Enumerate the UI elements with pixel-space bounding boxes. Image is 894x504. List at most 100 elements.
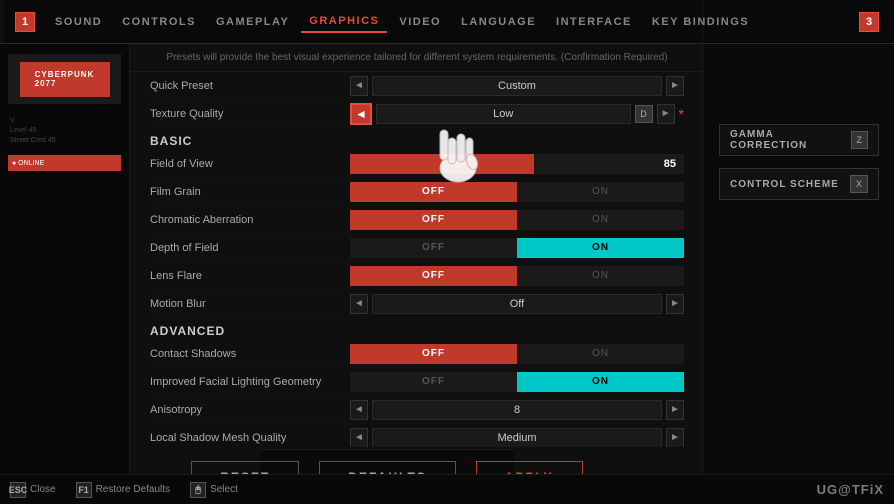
anisotropy-row: Anisotropy ◄ 8 ► [150, 396, 684, 424]
quick-preset-label: Quick Preset [150, 80, 350, 92]
chromatic-off[interactable]: OFF [350, 210, 517, 230]
texture-quality-row: Texture Quality ◄ Low D ► * [150, 100, 684, 128]
control-scheme-key: X [850, 175, 868, 193]
contact-shadows-row: Contact Shadows OFF ON [150, 340, 684, 368]
fov-value: 85 [664, 158, 676, 170]
close-key: ESC [10, 482, 26, 498]
dof-off[interactable]: OFF [350, 238, 517, 258]
control-scheme-label: CONTROL SCHEME [730, 179, 839, 190]
nav-badge-right: 3 [859, 12, 879, 32]
select-label: Select [210, 484, 238, 495]
lens-flare-on[interactable]: ON [517, 266, 684, 286]
chromatic-aberration-label: Chromatic Aberration [150, 214, 350, 226]
lens-flare-row: Lens Flare OFF ON [150, 262, 684, 290]
section-advanced: Advanced [150, 318, 684, 340]
restore-label: Restore Defaults [96, 484, 170, 495]
nav-language[interactable]: LANGUAGE [453, 12, 544, 32]
texture-left-arrow[interactable]: ◄ [350, 103, 372, 125]
anisotropy-left-arrow[interactable]: ◄ [350, 400, 368, 420]
quick-preset-left-arrow[interactable]: ◄ [350, 76, 368, 96]
anisotropy-label: Anisotropy [150, 404, 350, 416]
gamma-correction-key: Z [851, 131, 868, 149]
status-close: ESC Close [10, 482, 56, 498]
field-of-view-label: Field of View [150, 158, 350, 170]
texture-quality-value: Low [376, 104, 631, 124]
motion-blur-row: Motion Blur ◄ Off ► [150, 290, 684, 318]
section-basic: Basic [150, 128, 684, 150]
film-grain-on[interactable]: ON [517, 182, 684, 202]
facial-lighting-row: Improved Facial Lighting Geometry OFF ON [150, 368, 684, 396]
top-navigation: 1 SOUND CONTROLS GAMEPLAY GRAPHICS VIDEO… [0, 0, 894, 44]
restore-key: F1 [76, 482, 92, 498]
nav-interface[interactable]: INTERFACE [548, 12, 640, 32]
select-key: 🖱 [190, 482, 206, 498]
watermark: UG@TFiX [817, 482, 884, 497]
nav-badge-left: 1 [15, 12, 35, 32]
motion-blur-label: Motion Blur [150, 298, 350, 310]
chromatic-on[interactable]: ON [517, 210, 684, 230]
nav-keybindings[interactable]: KEY BINDINGS [644, 12, 757, 32]
contact-shadows-control: OFF ON [350, 344, 684, 364]
facial-lighting-label: Improved Facial Lighting Geometry [150, 376, 350, 388]
texture-right-arrow[interactable]: ► [657, 104, 675, 124]
facial-on[interactable]: ON [517, 372, 684, 392]
right-panel: GAMMA CORRECTION Z CONTROL SCHEME X [704, 44, 894, 504]
motion-blur-right-arrow[interactable]: ► [666, 294, 684, 314]
status-restore: F1 Restore Defaults [76, 482, 170, 498]
left-info-text: VLevel 45Street Cred 45 [8, 112, 121, 149]
dof-on[interactable]: ON [517, 238, 684, 258]
shadow-mesh-left-arrow[interactable]: ◄ [350, 428, 368, 448]
game-logo: CYBERPUNK2077 [20, 62, 110, 97]
quick-preset-row: Quick Preset ◄ Custom ► [150, 72, 684, 100]
nav-video[interactable]: VIDEO [391, 12, 449, 32]
facial-lighting-control: OFF ON [350, 372, 684, 392]
anisotropy-right-arrow[interactable]: ► [666, 400, 684, 420]
shadow-mesh-value: Medium [372, 428, 662, 448]
lens-flare-label: Lens Flare [150, 270, 350, 282]
texture-quality-control: ◄ Low D ► [350, 103, 675, 125]
control-scheme-button[interactable]: CONTROL SCHEME X [719, 168, 879, 200]
settings-area[interactable]: Quick Preset ◄ Custom ► Texture Quality … [130, 72, 704, 447]
left-status-badge: ● ONLINE [8, 155, 121, 171]
close-label: Close [30, 484, 56, 495]
field-of-view-row: Field of View 85 [150, 150, 684, 178]
shadow-mesh-row: Local Shadow Mesh Quality ◄ Medium ► [150, 424, 684, 447]
preset-description: Presets will provide the best visual exp… [130, 44, 704, 72]
motion-blur-left-arrow[interactable]: ◄ [350, 294, 368, 314]
status-select: 🖱 Select [190, 482, 238, 498]
motion-blur-value: Off [372, 294, 662, 314]
depth-of-field-label: Depth of Field [150, 242, 350, 254]
contact-shadows-label: Contact Shadows [150, 348, 350, 360]
logo-area: CYBERPUNK2077 [8, 54, 121, 104]
contact-shadows-off[interactable]: OFF [350, 344, 517, 364]
left-panel: CYBERPUNK2077 VLevel 45Street Cred 45 ● … [0, 44, 130, 504]
nav-sound[interactable]: SOUND [47, 12, 110, 32]
facial-off[interactable]: OFF [350, 372, 517, 392]
lens-flare-off[interactable]: OFF [350, 266, 517, 286]
quick-preset-right-arrow[interactable]: ► [666, 76, 684, 96]
fov-bar[interactable]: 85 [350, 154, 684, 174]
depth-of-field-control: OFF ON [350, 238, 684, 258]
asterisk-indicator: * [679, 106, 684, 122]
film-grain-label: Film Grain [150, 186, 350, 198]
quick-preset-value: Custom [372, 76, 662, 96]
texture-d-badge: D [635, 105, 653, 123]
shadow-mesh-control: ◄ Medium ► [350, 428, 684, 448]
film-grain-off[interactable]: OFF [350, 182, 517, 202]
chromatic-aberration-row: Chromatic Aberration OFF ON [150, 206, 684, 234]
chromatic-aberration-control: OFF ON [350, 210, 684, 230]
depth-of-field-row: Depth of Field OFF ON [150, 234, 684, 262]
nav-graphics[interactable]: GRAPHICS [301, 11, 387, 33]
status-bar: ESC Close F1 Restore Defaults 🖱 Select U… [0, 474, 894, 504]
contact-shadows-on[interactable]: ON [517, 344, 684, 364]
quick-preset-control: ◄ Custom ► [350, 76, 684, 96]
gamma-correction-button[interactable]: GAMMA CORRECTION Z [719, 124, 879, 156]
nav-gameplay[interactable]: GAMEPLAY [208, 12, 297, 32]
anisotropy-value: 8 [372, 400, 662, 420]
fov-fill [350, 154, 534, 174]
film-grain-control: OFF ON [350, 182, 684, 202]
shadow-mesh-right-arrow[interactable]: ► [666, 428, 684, 448]
main-content: Presets will provide the best visual exp… [130, 44, 704, 504]
shadow-mesh-label: Local Shadow Mesh Quality [150, 432, 350, 444]
nav-controls[interactable]: CONTROLS [114, 12, 204, 32]
